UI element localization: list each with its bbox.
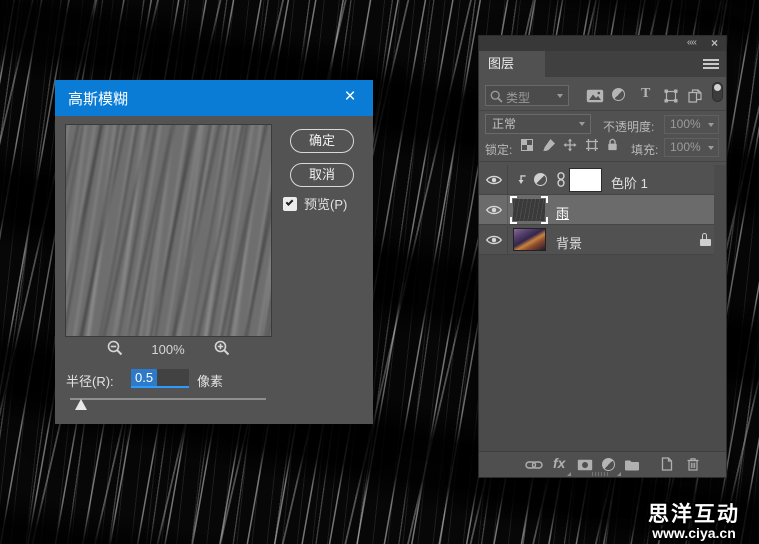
radius-unit-label: 像素 <box>197 371 223 390</box>
add-layer-mask-icon[interactable] <box>577 459 593 471</box>
dialog-title: 高斯模糊 <box>68 88 128 109</box>
watermark-url: www.ciya.cn <box>631 526 757 541</box>
layer-row-levels[interactable]: 色阶 1 <box>479 165 714 195</box>
radius-slider[interactable] <box>70 398 266 412</box>
layer-name[interactable]: 色阶 1 <box>611 173 648 192</box>
collapse-panel-icon[interactable]: «« <box>687 37 696 48</box>
eye-icon <box>485 174 503 186</box>
new-adjustment-layer-icon[interactable] <box>602 458 615 471</box>
filter-type-label: 类型 <box>506 89 530 106</box>
divider <box>479 161 726 162</box>
filter-smart-object-icon[interactable] <box>688 89 702 103</box>
filter-adjustment-layers-icon[interactable] <box>612 88 625 101</box>
visibility-toggle[interactable] <box>479 195 508 225</box>
opacity-value[interactable]: 100% <box>664 115 719 134</box>
tab-layers[interactable]: 图层 <box>479 51 545 77</box>
visibility-toggle[interactable] <box>479 225 508 255</box>
chevron-down-icon <box>579 122 585 126</box>
layer-name[interactable]: 雨 <box>556 203 569 222</box>
filtering-toggle[interactable] <box>712 82 723 102</box>
slider-thumb[interactable] <box>75 399 87 410</box>
lock-label: 锁定: <box>485 141 512 158</box>
checkmark-icon <box>286 198 294 206</box>
radius-value-selected: 0.5 <box>131 369 157 386</box>
new-group-folder-icon[interactable] <box>624 459 640 471</box>
panel-tab-bar: 图层 <box>479 51 726 77</box>
cancel-button[interactable]: 取消 <box>290 163 354 187</box>
chevron-down-icon <box>708 123 714 127</box>
chevron-down-icon <box>708 146 714 150</box>
preview-checkbox-row[interactable]: 预览(P) <box>283 194 347 213</box>
layer-list: 色阶 1 雨 背景 <box>479 165 714 255</box>
toggle-knob <box>714 84 721 91</box>
ok-button[interactable]: 确定 <box>290 129 354 153</box>
background-lock-icon <box>700 233 711 246</box>
zoom-in-icon[interactable] <box>214 340 230 356</box>
visibility-toggle[interactable] <box>479 165 508 195</box>
new-layer-icon[interactable] <box>660 457 674 471</box>
panel-resize-grip[interactable] <box>592 472 608 476</box>
adjustment-layer-icon <box>534 173 547 186</box>
panel-close-icon[interactable]: × <box>711 36 718 50</box>
search-icon <box>490 90 503 103</box>
layer-filter-type-select[interactable]: 类型 <box>485 85 569 106</box>
preview-checkbox[interactable] <box>283 197 297 211</box>
layer-mask-thumbnail[interactable] <box>569 168 602 192</box>
panel-menu-icon[interactable] <box>703 59 719 70</box>
layer-row-rain-selected[interactable]: 雨 <box>479 195 714 225</box>
filter-shape-layers-icon[interactable] <box>664 89 678 103</box>
zoom-out-icon[interactable] <box>107 340 123 356</box>
lock-transparency-icon[interactable] <box>521 139 533 151</box>
layer-row-background[interactable]: 背景 <box>479 225 714 255</box>
delete-layer-trash-icon[interactable] <box>686 457 700 471</box>
layer-style-fx-icon[interactable]: fx <box>553 455 565 471</box>
close-icon[interactable]: × <box>337 80 363 116</box>
blend-mode-select[interactable]: 正常 <box>485 114 591 134</box>
watermark-brand: 思洋互动 <box>631 504 757 526</box>
preview-checkbox-label: 预览(P) <box>304 194 347 213</box>
blend-mode-value: 正常 <box>492 117 516 131</box>
chevron-down-icon <box>557 94 563 98</box>
clipping-mask-arrow-icon <box>516 174 527 186</box>
mask-link-icon <box>557 172 565 187</box>
blur-preview[interactable] <box>65 124 272 337</box>
preview-zoom-controls: 100% <box>55 340 282 358</box>
layers-panel-body: 类型 T 正常 不透明度: 100% 锁定: <box>479 77 726 477</box>
eye-icon <box>485 204 503 216</box>
link-layers-icon[interactable] <box>525 460 543 470</box>
eye-icon <box>485 234 503 246</box>
rain-layer-thumbnail <box>513 199 545 221</box>
background-layer-thumbnail[interactable] <box>513 228 546 251</box>
lock-pixels-brush-icon[interactable] <box>542 138 556 152</box>
opacity-label: 不透明度: <box>603 118 654 135</box>
layer-name[interactable]: 背景 <box>556 233 582 252</box>
fill-value[interactable]: 100% <box>664 138 719 157</box>
lock-all-icon[interactable] <box>606 138 619 151</box>
radius-input[interactable]: 0.5 <box>131 369 189 388</box>
divider <box>479 110 726 111</box>
photoshop-workspace: 高斯模糊 × 确定 取消 预览(P) 100% 半径(R): 0.5 像素 ««… <box>0 0 759 544</box>
filter-pixel-layers-icon[interactable] <box>586 89 604 103</box>
watermark: 思洋互动 www.ciya.cn <box>631 504 757 541</box>
lock-position-move-icon[interactable] <box>563 138 577 152</box>
dialog-titlebar[interactable]: 高斯模糊 × <box>55 80 373 116</box>
filter-type-layers-icon[interactable]: T <box>641 86 650 102</box>
gaussian-blur-dialog: 高斯模糊 × 确定 取消 预览(P) 100% 半径(R): 0.5 像素 <box>55 80 373 424</box>
panel-group-titlebar: «« × <box>479 36 726 51</box>
layer-thumbnail-selected[interactable] <box>510 196 548 224</box>
layers-panel: «« × 图层 类型 T 正常 <box>478 35 727 478</box>
blur-preview-texture <box>65 124 272 337</box>
radius-label: 半径(R): <box>66 371 114 390</box>
slider-track[interactable] <box>70 398 266 400</box>
fill-label: 填充: <box>631 141 658 158</box>
lock-artboard-icon[interactable] <box>585 138 599 152</box>
zoom-level: 100% <box>143 342 193 357</box>
